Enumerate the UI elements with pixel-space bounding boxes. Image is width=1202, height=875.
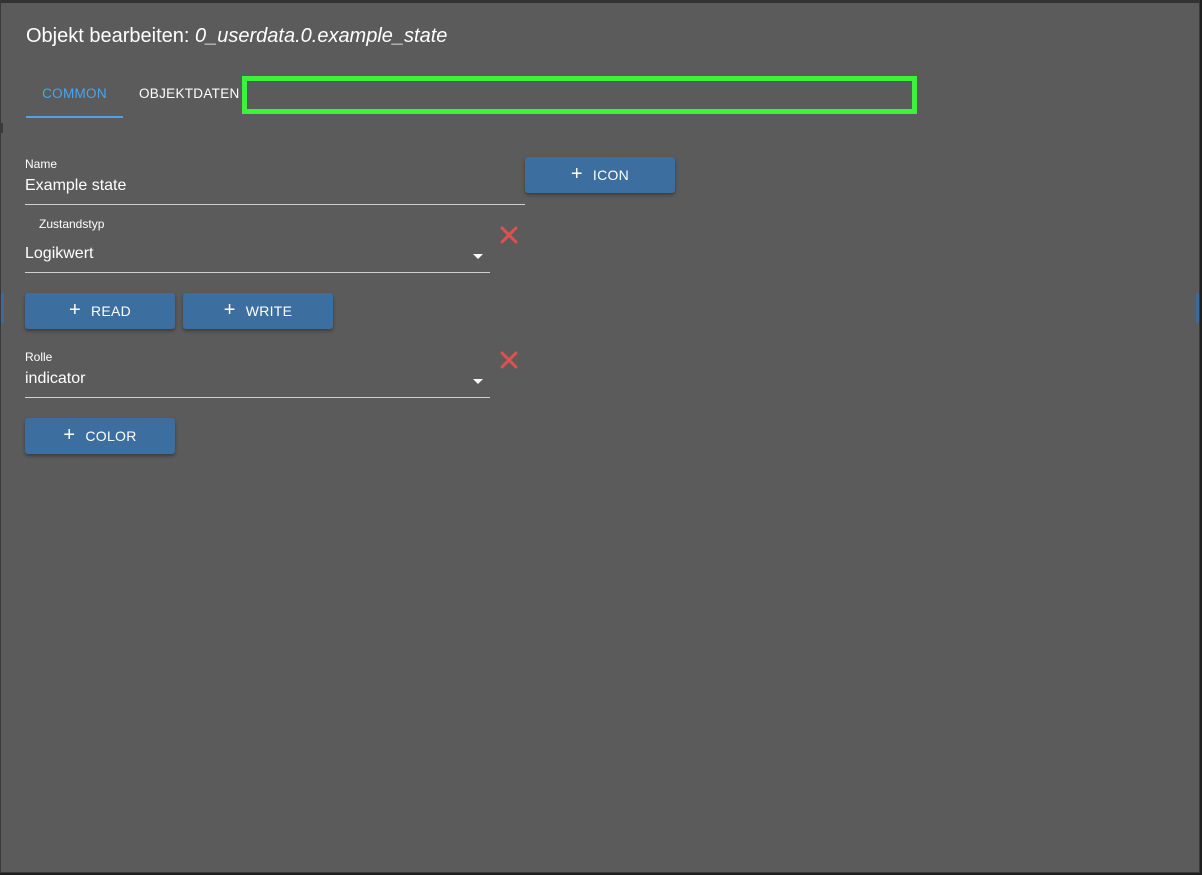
dialog-title: Objekt bearbeiten: 0_userdata.0.example_… — [26, 25, 447, 48]
edit-object-dialog: Objekt bearbeiten: 0_userdata.0.example_… — [0, 0, 1200, 873]
dialog-edge-accent-right — [1196, 293, 1199, 323]
caret-down-icon[interactable] — [473, 254, 483, 259]
plus-icon: + — [570, 163, 583, 185]
dialog-title-object-id: 0_userdata.0.example_state — [195, 25, 448, 47]
dialog-edge-marker — [1, 123, 3, 133]
add-color-button-label: COLOR — [85, 428, 137, 444]
dialog-title-prefix: Objekt bearbeiten: — [26, 25, 190, 47]
name-field-input[interactable]: Example state — [25, 177, 126, 195]
close-x-icon[interactable] — [499, 225, 519, 245]
add-read-button[interactable]: + READ — [25, 293, 175, 329]
add-read-button-label: READ — [90, 303, 132, 319]
highlight-box — [242, 76, 917, 114]
name-field-underline — [25, 204, 525, 205]
plus-icon: + — [63, 424, 76, 446]
state-type-underline — [25, 272, 490, 273]
add-color-button[interactable]: + COLOR — [25, 418, 175, 454]
add-write-button-label: WRITE — [245, 303, 293, 319]
role-label: Rolle — [25, 350, 53, 364]
caret-down-icon[interactable] — [473, 379, 483, 384]
state-type-select[interactable]: Logikwert — [25, 245, 93, 263]
tab-common[interactable]: COMMON — [26, 75, 123, 118]
role-select[interactable]: indicator — [25, 370, 85, 388]
name-field-label: Name — [25, 157, 58, 171]
state-type-label: Zustandstyp — [39, 217, 105, 231]
tab-objektdaten[interactable]: OBJEKTDATEN — [139, 75, 240, 116]
add-write-button[interactable]: + WRITE — [183, 293, 333, 329]
add-icon-button[interactable]: + ICON — [525, 157, 675, 193]
add-icon-button-label: ICON — [592, 167, 630, 183]
plus-icon: + — [68, 299, 81, 321]
close-x-icon[interactable] — [499, 350, 519, 370]
plus-icon: + — [223, 299, 236, 321]
role-underline — [25, 397, 490, 398]
dialog-edge-accent-left — [1, 293, 4, 323]
